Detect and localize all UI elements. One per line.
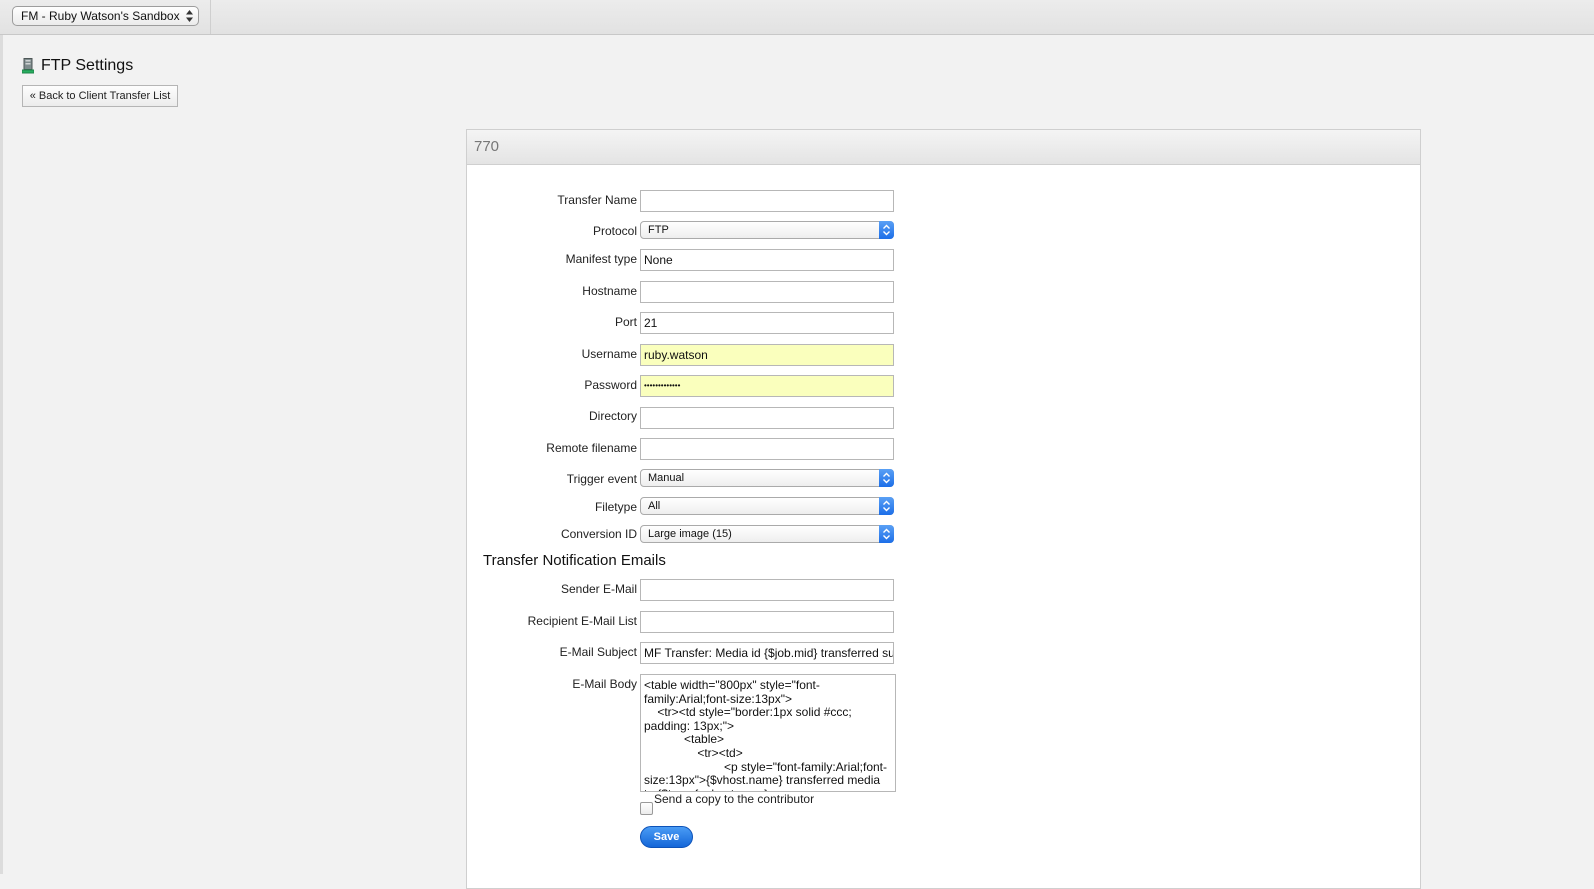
remote-filename-input[interactable] [640, 438, 894, 460]
select-arrow-icon [879, 221, 894, 239]
email-body-label: E-Mail Body [572, 677, 637, 691]
left-edge [0, 35, 3, 874]
username-label: Username [581, 347, 637, 361]
page-title-text: FTP Settings [41, 57, 134, 74]
save-button[interactable]: Save [640, 826, 693, 848]
send-copy-label: Send a copy to the contributor [654, 792, 815, 806]
filetype-select-value: All [648, 500, 661, 512]
recipient-email-list-label: Recipient E-Mail List [527, 614, 637, 628]
back-to-transfer-list-button[interactable]: « Back to Client Transfer List [22, 85, 178, 107]
server-icon [22, 58, 34, 74]
panel-header: 770 [467, 130, 1420, 165]
workspace-select[interactable]: FM - Ruby Watson's Sandbox [12, 6, 199, 26]
sender-email-input[interactable] [640, 579, 894, 601]
notification-emails-heading: Transfer Notification Emails [483, 552, 666, 569]
workspace-select-value: FM - Ruby Watson's Sandbox [21, 9, 180, 23]
protocol-label: Protocol [592, 224, 637, 238]
password-input[interactable]: ••••••••••••• [640, 375, 894, 397]
filetype-select[interactable]: All [640, 497, 894, 515]
select-arrow-icon [879, 525, 894, 543]
filetype-label: Filetype [594, 500, 637, 514]
select-arrows-icon [186, 10, 193, 22]
ftp-settings-panel: 770 Transfer Name Protocol FTP Manifest … [466, 129, 1421, 889]
trigger-event-select[interactable]: Manual [640, 469, 894, 487]
email-subject-label: E-Mail Subject [559, 645, 637, 659]
conversion-id-select-value: Large image (15) [648, 528, 732, 540]
transfer-name-input[interactable] [640, 190, 894, 212]
remote-filename-label: Remote filename [546, 441, 637, 455]
conversion-id-select[interactable]: Large image (15) [640, 525, 894, 543]
email-subject-input[interactable]: MF Transfer: Media id {$job.mid} transfe… [640, 642, 894, 664]
page-title: FTP Settings [22, 56, 133, 76]
trigger-event-label: Trigger event [566, 472, 637, 486]
transfer-name-label: Transfer Name [557, 193, 637, 207]
password-label: Password [584, 378, 637, 392]
select-arrow-icon [879, 497, 894, 515]
directory-label: Directory [588, 409, 637, 423]
directory-input[interactable] [640, 407, 894, 429]
email-body-textarea[interactable]: <table width="800px" style="font-family:… [640, 674, 896, 792]
username-input[interactable]: ruby.watson [640, 344, 894, 366]
send-copy-checkbox[interactable] [640, 802, 653, 815]
select-arrow-icon [879, 469, 894, 487]
hostname-input[interactable] [640, 281, 894, 303]
trigger-event-select-value: Manual [648, 472, 685, 484]
hostname-label: Hostname [582, 284, 637, 298]
port-input[interactable]: 21 [640, 312, 894, 334]
conversion-id-label: Conversion ID [560, 527, 637, 541]
protocol-select[interactable]: FTP [640, 221, 894, 239]
manifest-type-input[interactable]: None [640, 249, 894, 271]
manifest-type-label: Manifest type [565, 252, 637, 266]
sender-email-label: Sender E-Mail [560, 582, 637, 596]
top-toolbar: FM - Ruby Watson's Sandbox [0, 0, 1594, 35]
protocol-select-value: FTP [648, 224, 669, 236]
port-label: Port [614, 315, 637, 329]
toolbar-divider [210, 0, 211, 34]
recipient-email-list-input[interactable] [640, 611, 894, 633]
